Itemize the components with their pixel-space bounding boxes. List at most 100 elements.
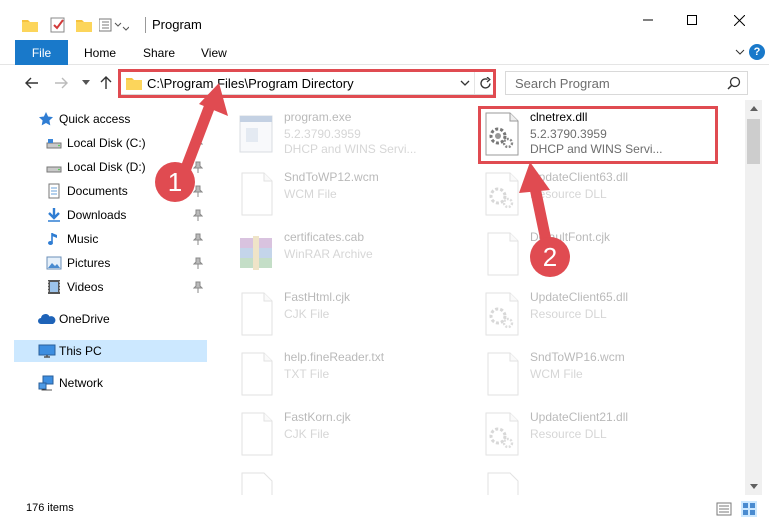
pin-icon[interactable] xyxy=(192,257,204,269)
exe-icon xyxy=(234,110,278,160)
recent-locations-chevron-icon[interactable] xyxy=(76,73,96,93)
file-item-partial[interactable] xyxy=(234,468,474,495)
tab-share[interactable]: Share xyxy=(143,40,175,65)
file-item-updateclient21-dll[interactable]: UpdateClient21.dll Resource DLL xyxy=(480,408,720,464)
pin-icon[interactable] xyxy=(192,209,204,221)
sidebar-item-downloads[interactable]: Downloads xyxy=(14,204,207,226)
sidebar-item-onedrive[interactable]: OneDrive xyxy=(14,308,207,330)
file-item-updateclient65-dll[interactable]: UpdateClient65.dll Resource DLL xyxy=(480,288,720,344)
scroll-down-arrow-icon[interactable] xyxy=(745,478,762,495)
file-item-fastkorn-cjk[interactable]: FastKorn.cjk CJK File xyxy=(234,408,474,464)
file-name: UpdateClient65.dll xyxy=(530,290,629,304)
step-1-badge: 1 xyxy=(155,162,195,202)
properties-check-icon[interactable] xyxy=(50,15,66,35)
close-button[interactable] xyxy=(716,0,762,40)
file-item-sndtowp16-wcm[interactable]: SndToWP16.wcm WCM File xyxy=(480,348,720,404)
blank-file-icon xyxy=(480,350,524,400)
scroll-up-arrow-icon[interactable] xyxy=(745,100,762,117)
winrar-icon xyxy=(234,230,278,280)
pin-icon[interactable] xyxy=(192,161,204,173)
search-input[interactable] xyxy=(506,72,721,94)
file-type: TXT File xyxy=(284,367,330,381)
file-type: WCM File xyxy=(530,367,583,381)
file-name: program.exe xyxy=(284,110,352,124)
sidebar-item-videos[interactable]: Videos xyxy=(14,276,207,298)
minimize-button[interactable] xyxy=(625,0,671,40)
customize-toolbar-icon[interactable] xyxy=(99,15,129,35)
maximize-button[interactable] xyxy=(669,0,715,40)
large-icons-view-icon[interactable] xyxy=(741,501,757,517)
sidebar-item-label: Downloads xyxy=(67,208,127,222)
back-arrow-icon[interactable] xyxy=(22,73,42,93)
sidebar-item-label: Quick access xyxy=(59,112,131,126)
blank-file-icon xyxy=(480,230,524,280)
file-type: Resource DLL xyxy=(530,307,607,321)
vertical-scrollbar[interactable] xyxy=(745,100,762,495)
file-name: UpdateClient21.dll xyxy=(530,410,629,424)
search-box[interactable] xyxy=(505,71,748,95)
search-icon[interactable] xyxy=(727,76,741,90)
dll-gear-icon xyxy=(480,170,524,220)
sidebar-item-this-pc[interactable]: This PC xyxy=(14,340,207,362)
file-name: SndToWP12.wcm xyxy=(284,170,379,184)
help-icon[interactable]: ? xyxy=(749,44,765,60)
pin-icon[interactable] xyxy=(192,233,204,245)
sidebar-item-network[interactable]: Network xyxy=(14,372,207,394)
sidebar-item-pictures[interactable]: Pictures xyxy=(14,252,207,274)
file-item-defaultfont-cjk[interactable]: DefaultFont.cjk xyxy=(480,228,720,284)
blank-file-icon xyxy=(234,410,278,460)
pictures-icon xyxy=(46,255,62,271)
drive-icon xyxy=(46,159,62,175)
tab-file[interactable]: File xyxy=(15,40,68,65)
pin-icon[interactable] xyxy=(192,137,204,149)
file-item-partial[interactable] xyxy=(480,468,720,495)
videos-icon xyxy=(46,279,62,295)
up-arrow-icon[interactable] xyxy=(96,73,116,93)
sidebar-item-label: Local Disk (D:) xyxy=(67,160,146,174)
file-name: certificates.cab xyxy=(284,230,365,244)
downloads-icon xyxy=(46,207,62,223)
scrollbar-thumb[interactable] xyxy=(747,119,760,164)
details-view-icon[interactable] xyxy=(716,501,732,517)
sidebar-item-label: Videos xyxy=(67,280,104,294)
dll-gear-icon xyxy=(480,290,524,340)
file-name: SndToWP16.wcm xyxy=(530,350,625,364)
file-description: DHCP and WINS Servi... xyxy=(284,142,417,156)
file-type: Resource DLL xyxy=(530,427,607,441)
tab-home[interactable]: Home xyxy=(84,40,116,65)
sidebar-item-label: Music xyxy=(67,232,99,246)
new-folder-icon[interactable] xyxy=(76,15,92,35)
file-item-updateclient63-dll[interactable]: UpdateClient63.dll Resource DLL xyxy=(480,168,720,224)
pin-icon[interactable] xyxy=(192,281,204,293)
sidebar-item-label: OneDrive xyxy=(59,312,110,326)
file-item-sndtowp12-wcm[interactable]: SndToWP12.wcm WCM File xyxy=(234,168,474,224)
file-type: CJK File xyxy=(284,307,330,321)
forward-arrow-icon[interactable] xyxy=(51,73,71,93)
file-item-program-exe[interactable]: program.exe 5.2.3790.3959 DHCP and WINS … xyxy=(234,108,474,164)
sidebar-item-local-disk-c[interactable]: Local Disk (C:) xyxy=(14,132,207,154)
file-type: WinRAR Archive xyxy=(284,247,373,261)
file-name: UpdateClient63.dll xyxy=(530,170,629,184)
file-item-fasthtml-cjk[interactable]: FastHtml.cjk CJK File xyxy=(234,288,474,344)
file-type: WCM File xyxy=(284,187,337,201)
sidebar-item-music[interactable]: Music xyxy=(14,228,207,250)
file-version: 5.2.3790.3959 xyxy=(284,127,361,141)
sidebar-item-label: This PC xyxy=(59,344,102,358)
ribbon-tabs: File Home Share View ? xyxy=(0,40,769,65)
sidebar-item-label: Pictures xyxy=(67,256,111,270)
sidebar-item-quick-access[interactable]: Quick access xyxy=(14,108,207,130)
file-item-certificates-cab[interactable]: certificates.cab WinRAR Archive xyxy=(234,228,474,284)
step-2-badge: 2 xyxy=(530,237,570,277)
file-item-help-finereader-txt[interactable]: help.fineReader.txt TXT File xyxy=(234,348,474,404)
file-type: CJK File xyxy=(284,427,330,441)
file-explorer-window: Program File Home Share View ? C:\Progra… xyxy=(0,0,769,532)
file-type: Resource DLL xyxy=(530,187,607,201)
sidebar-item-label: Local Disk (C:) xyxy=(67,136,146,150)
tab-view[interactable]: View xyxy=(201,40,227,65)
pc-icon xyxy=(38,343,56,359)
sidebar-item-label: Network xyxy=(59,376,104,390)
expand-ribbon-icon[interactable] xyxy=(735,46,745,56)
pin-icon[interactable] xyxy=(192,185,204,197)
blank-file-icon xyxy=(234,350,278,400)
star-icon xyxy=(38,111,54,127)
